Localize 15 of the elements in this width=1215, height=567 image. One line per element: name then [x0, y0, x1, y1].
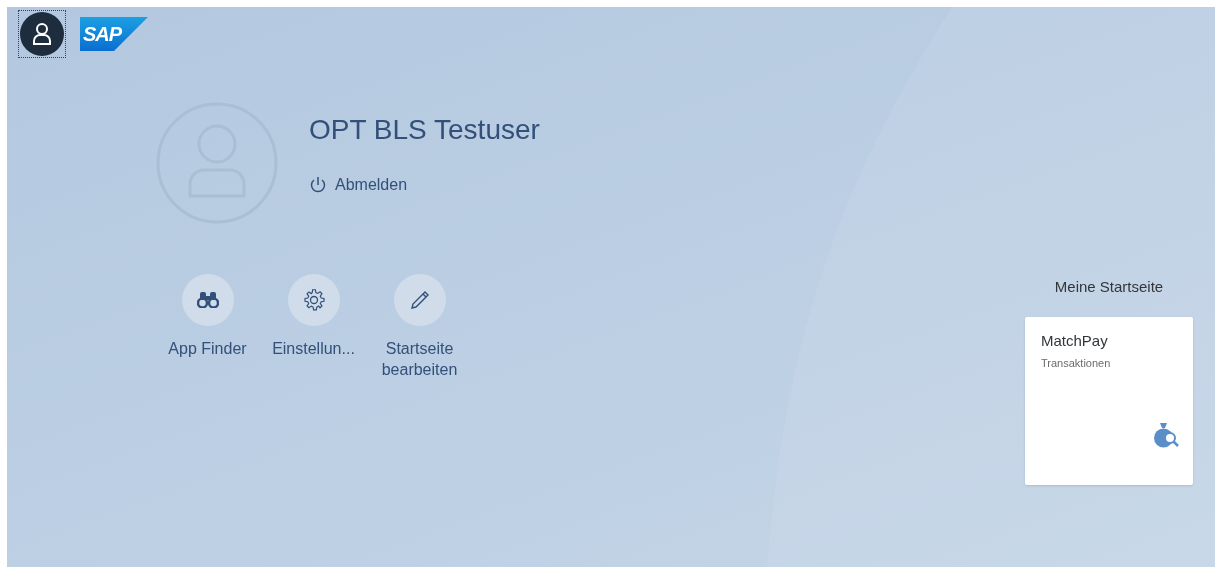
power-icon — [309, 176, 327, 194]
pencil-icon — [409, 290, 430, 310]
binoculars-icon — [196, 292, 219, 308]
section-title: Meine Startseite — [1054, 277, 1164, 297]
user-name: OPT BLS Testuser — [309, 113, 540, 147]
app-tile[interactable]: MatchPay Transaktionen — [1025, 316, 1193, 485]
action-button[interactable]: Einstellun... — [262, 274, 365, 380]
action-button[interactable]: App Finder — [156, 274, 259, 380]
money-bag-search-icon — [1153, 420, 1179, 449]
sap-logo: SAP — [80, 17, 148, 51]
user-avatar-button[interactable] — [20, 12, 64, 56]
person-icon — [32, 22, 52, 46]
settings-icon — [302, 289, 325, 311]
logout-link[interactable]: Abmelden — [309, 173, 540, 197]
action-button[interactable]: Startseite bearbeiten — [368, 274, 471, 380]
